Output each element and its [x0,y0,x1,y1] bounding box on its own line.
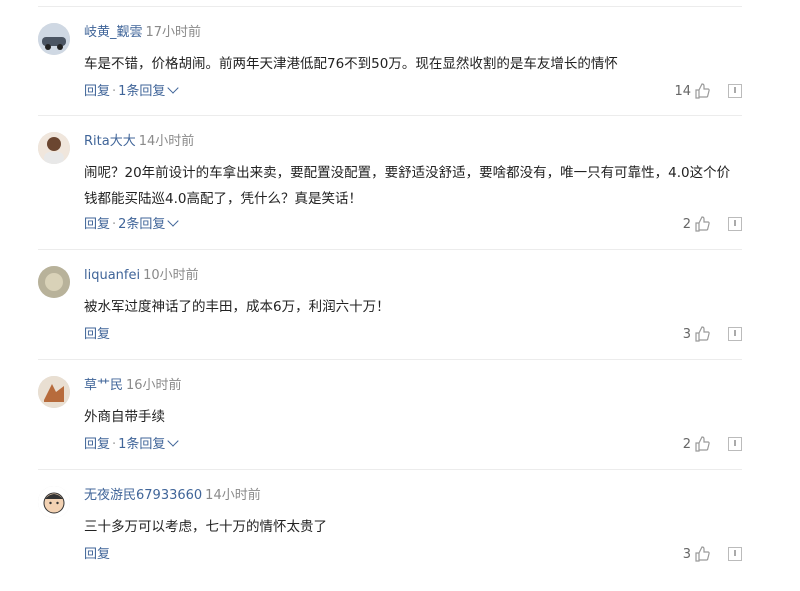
reply-button[interactable]: 回复 [84,84,110,99]
avatar[interactable] [38,23,70,55]
separator: · [112,217,117,232]
comment-actions: 回复 [84,546,110,564]
timestamp: 16小时前 [126,378,182,393]
comment-meta: liquanfei 10小时前 [84,267,199,285]
comment-text: 车是不错，价格胡闹。前两年天津港低配76不到50万。现在显然收割的是车友增长的情… [84,56,618,72]
view-replies-link[interactable]: 1条回复 [118,84,165,99]
chevron-down-icon[interactable] [167,82,180,94]
comment-item: Rita大大 14小时前 闹呢？20年前设计的车拿出来卖，要配置没配置，要舒适没舒… [38,116,742,250]
comment-text: 三十多万可以考虑，七十万的情怀太贵了 [84,519,327,535]
username-link[interactable]: 无夜游民67933660 [84,488,202,503]
username-link[interactable]: 岐黄_觐雲 [84,25,143,40]
timestamp: 10小时前 [143,268,199,283]
comment-meta: 岐黄_觐雲 17小时前 [84,24,201,42]
reply-button[interactable]: 回复 [84,327,110,342]
view-replies-link[interactable]: 1条回复 [118,437,165,452]
chevron-down-icon[interactable] [167,215,180,227]
chevron-down-icon[interactable] [167,435,180,447]
comment-actions: 回复 · 1条回复 [84,435,180,454]
comment-list: 岐黄_觐雲 17小时前 车是不错，价格胡闹。前两年天津港低配76不到50万。现在显… [38,6,742,580]
report-icon[interactable] [728,547,742,561]
thumbs-up-icon[interactable] [694,216,710,232]
comment-item: liquanfei 10小时前 被水军过度神话了的丰田，成本6万，利润六十万！ 回… [38,250,742,360]
view-replies-link[interactable]: 2条回复 [118,217,165,232]
reply-button[interactable]: 回复 [84,217,110,232]
avatar[interactable] [38,132,70,164]
separator: · [112,437,117,452]
comment-tools: 14 [674,83,742,99]
avatar[interactable] [38,376,70,408]
comment-item: 岐黄_觐雲 17小时前 车是不错，价格胡闹。前两年天津港低配76不到50万。现在显… [38,6,742,116]
comment-tools: 2 [683,216,742,232]
avatar[interactable] [38,266,70,298]
like-count: 14 [674,83,691,99]
comment-meta: 无夜游民67933660 14小时前 [84,487,261,505]
comment-tools: 3 [683,546,742,562]
avatar[interactable] [38,486,70,518]
report-icon[interactable] [728,84,742,98]
comment-meta: Rita大大 14小时前 [84,133,194,151]
comment-text: 闹呢？20年前设计的车拿出来卖，要配置没配置，要舒适没舒适，要啥都没有，唯一只有… [84,165,731,207]
thumbs-up-icon[interactable] [694,436,710,452]
comment-actions: 回复 [84,326,110,344]
comment-tools: 3 [683,326,742,342]
comment-text: 外商自带手续 [84,409,165,425]
comment-actions: 回复 · 2条回复 [84,215,180,234]
reply-button[interactable]: 回复 [84,437,110,452]
comment-meta: 草艹民 16小时前 [84,377,182,395]
comment-item: 草艹民 16小时前 外商自带手续 回复 · 1条回复 2 [38,360,742,470]
comment-tools: 2 [683,436,742,452]
username-link[interactable]: liquanfei [84,268,140,283]
like-count: 2 [682,216,691,232]
report-icon[interactable] [728,217,742,231]
report-icon[interactable] [728,437,742,451]
timestamp: 14小时前 [205,488,261,503]
timestamp: 17小时前 [145,25,202,40]
timestamp: 14小时前 [138,134,195,149]
reply-button[interactable]: 回复 [84,547,110,562]
username-link[interactable]: Rita大大 [84,134,136,149]
comment-text: 被水军过度神话了的丰田，成本6万，利润六十万！ [84,299,390,315]
thumbs-up-icon[interactable] [694,83,710,99]
thumbs-up-icon[interactable] [694,546,710,562]
report-icon[interactable] [728,327,742,341]
thumbs-up-icon[interactable] [694,326,710,342]
comment-item: 无夜游民67933660 14小时前 三十多万可以考虑，七十万的情怀太贵了 回复 … [38,470,742,580]
like-count: 2 [682,436,691,452]
like-count: 3 [682,326,691,342]
username-link[interactable]: 草艹民 [84,378,123,393]
comment-actions: 回复 · 1条回复 [84,82,180,101]
like-count: 3 [682,546,691,562]
separator: · [112,84,117,99]
